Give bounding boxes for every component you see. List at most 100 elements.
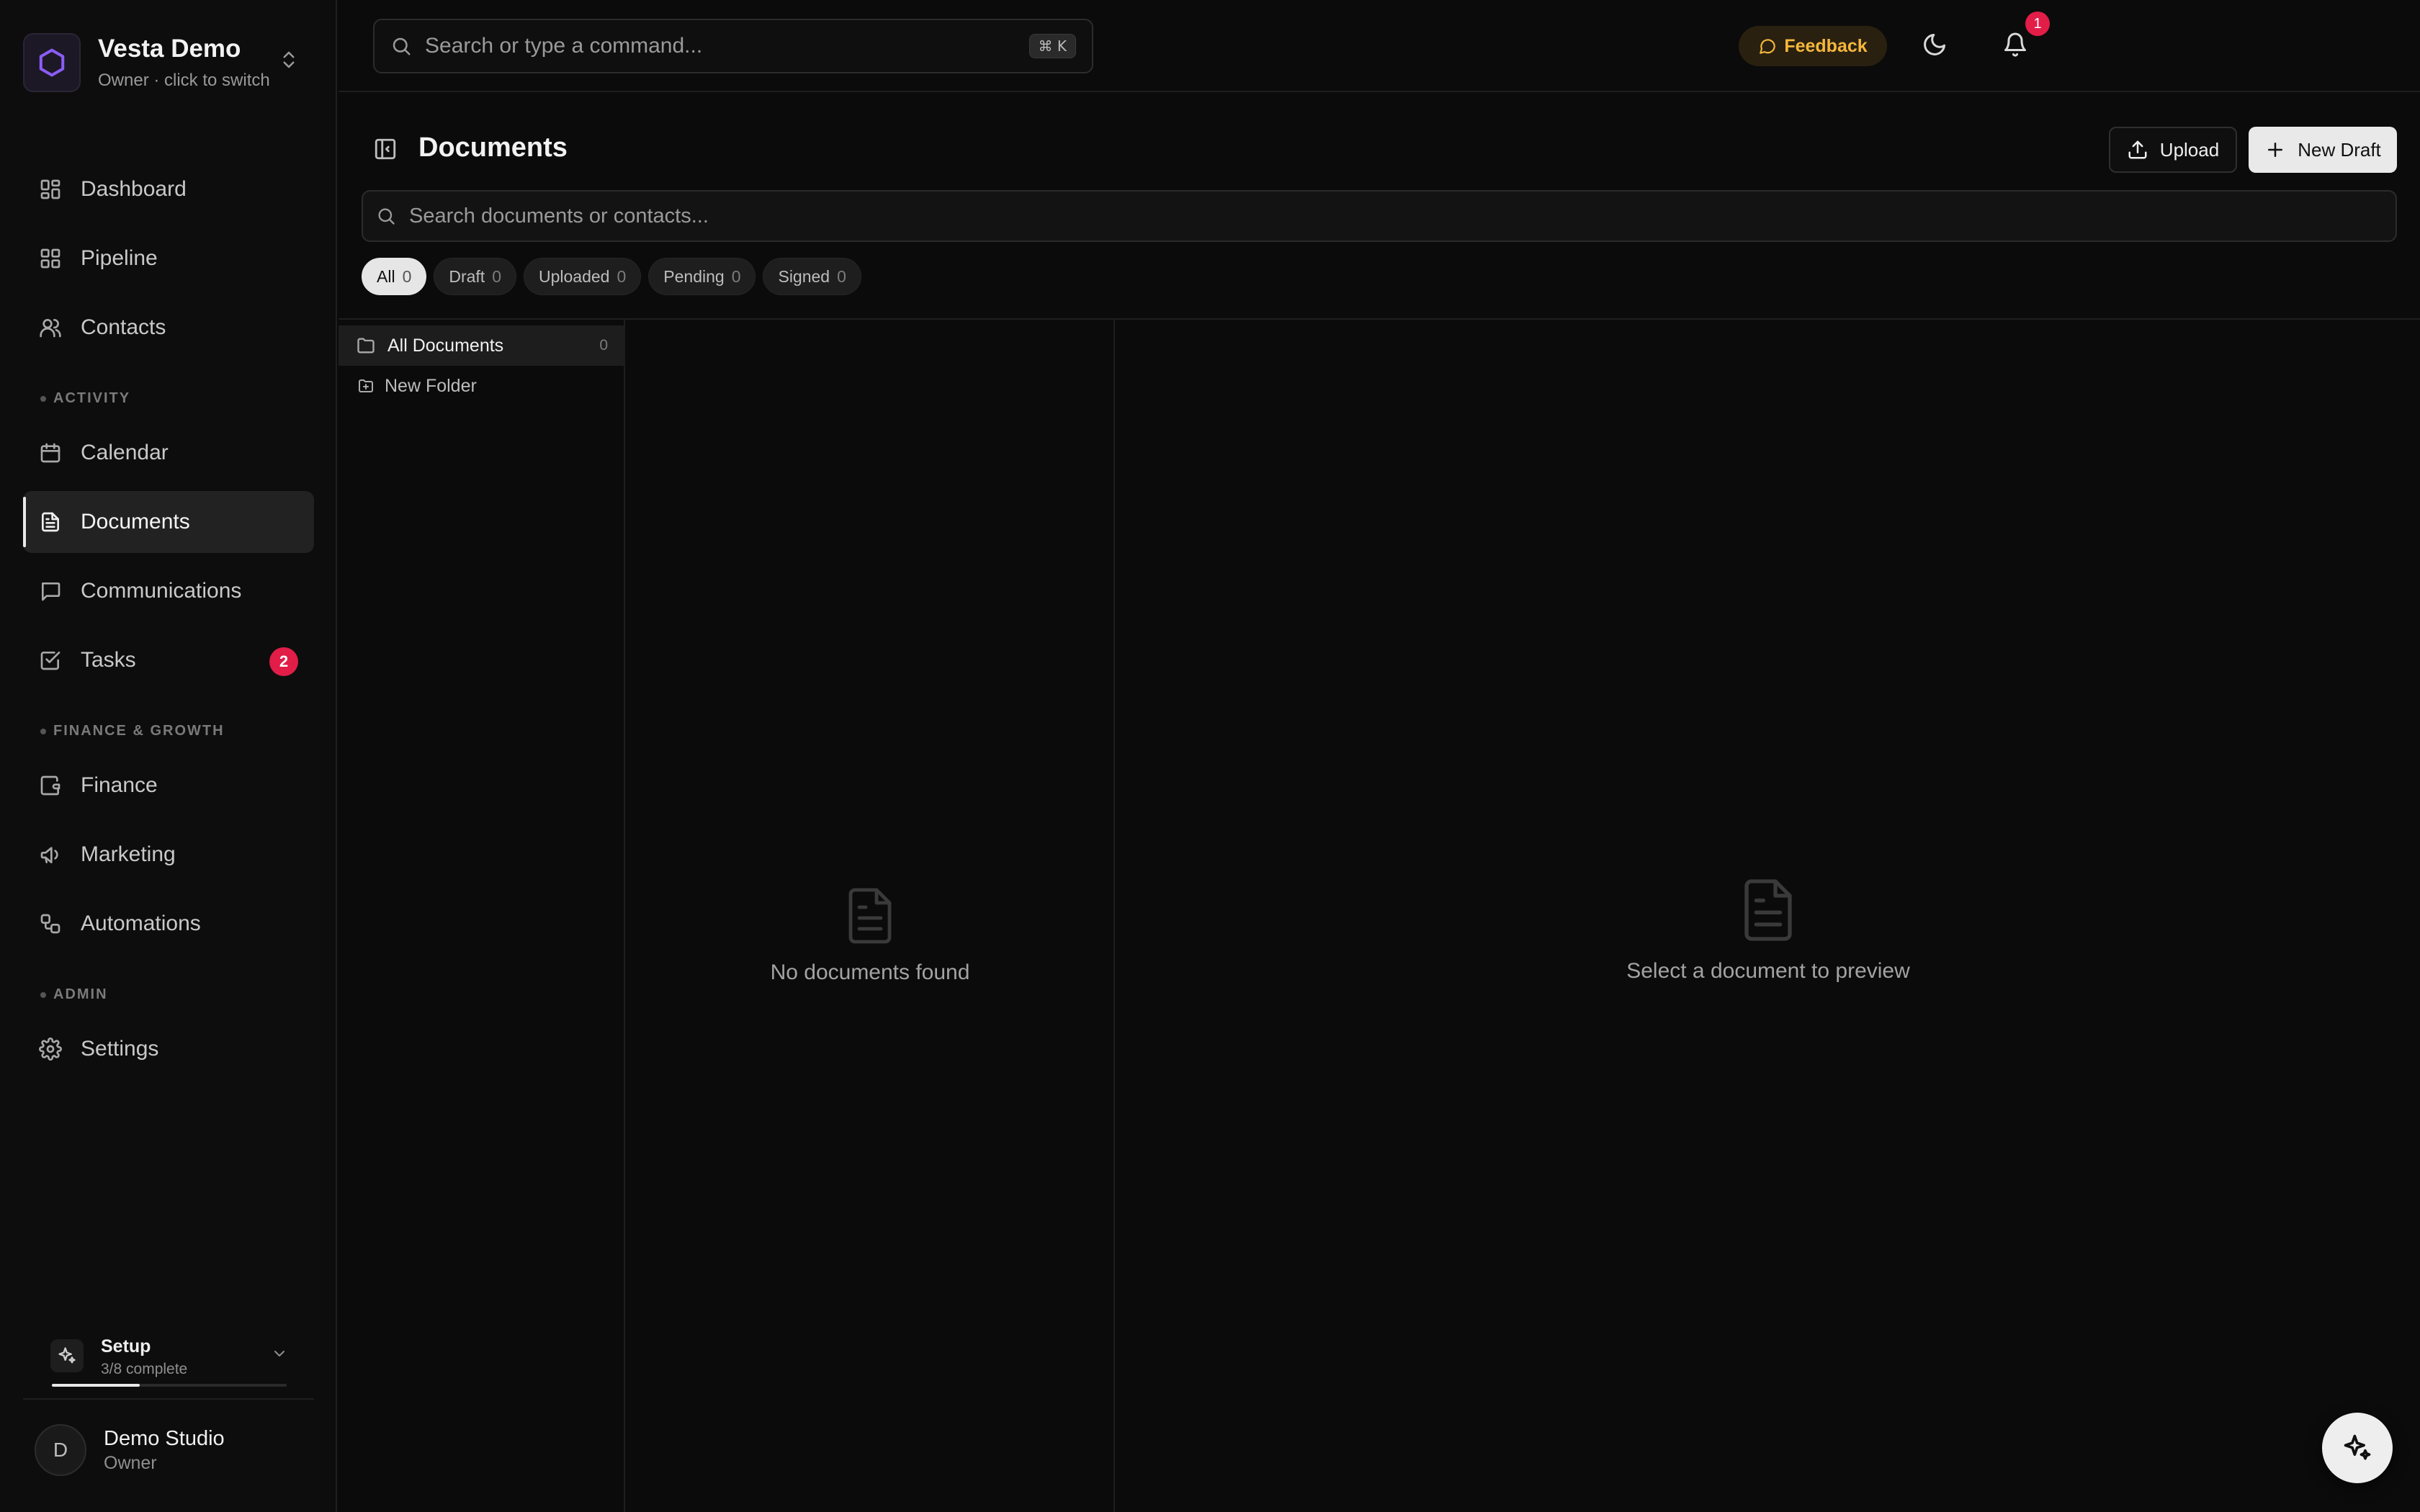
sidebar-item-documents[interactable]: Documents	[23, 491, 314, 553]
megaphone-icon	[39, 843, 62, 866]
folder-count: 0	[599, 337, 608, 354]
bell-icon[interactable]	[2002, 32, 2028, 58]
empty-state: No documents found	[625, 886, 1115, 985]
upload-label: Upload	[2159, 138, 2220, 161]
chevron-down-icon	[271, 1345, 288, 1362]
filter-label: Pending	[663, 266, 725, 286]
filter-count: 0	[731, 266, 741, 286]
sidebar-item-label: Dashboard	[81, 177, 187, 201]
upload-button[interactable]: Upload	[2109, 127, 2237, 173]
folder-label: New Folder	[385, 375, 477, 396]
sidebar-item-communications[interactable]: Communications	[23, 560, 314, 622]
user-menu[interactable]: D Demo Studio Owner	[23, 1398, 314, 1499]
sidebar-item-label: Communications	[81, 579, 242, 603]
checkbox-icon	[39, 649, 62, 672]
gear-icon	[39, 1038, 62, 1061]
preview-empty-text: Select a document to preview	[1626, 959, 1910, 983]
panel-left-icon[interactable]	[373, 137, 398, 161]
filter-draft[interactable]: Draft 0	[434, 258, 516, 295]
document-search-placeholder: Search documents or contacts...	[409, 204, 709, 228]
upload-icon	[2127, 139, 2148, 161]
keyboard-shortcut: ⌘ K	[1028, 34, 1076, 58]
setup-progress-card[interactable]: Setup 3/8 complete	[50, 1333, 288, 1391]
sparkles-icon	[50, 1339, 84, 1372]
moon-icon[interactable]	[1922, 32, 1948, 58]
section-label-activity: ACTIVITY	[40, 390, 130, 407]
filter-label: Uploaded	[539, 266, 610, 286]
section-label-admin: ADMIN	[40, 986, 108, 1003]
calendar-icon	[39, 441, 62, 464]
sidebar-item-label: Settings	[81, 1037, 159, 1061]
sidebar-item-label: Automations	[81, 912, 201, 935]
sidebar-item-pipeline[interactable]: Pipeline	[23, 228, 314, 289]
dashboard-icon	[39, 178, 62, 201]
pipeline-icon	[39, 247, 62, 270]
search-icon	[376, 206, 396, 226]
sidebar-item-label: Contacts	[81, 315, 166, 339]
sidebar-item-label: Pipeline	[81, 246, 158, 270]
feedback-label: Feedback	[1784, 35, 1868, 56]
sidebar-item-tasks[interactable]: Tasks 2	[23, 629, 314, 691]
filter-signed[interactable]: Signed 0	[763, 258, 861, 295]
status-filter-tabs: All 0 Draft 0 Uploaded 0 Pending 0 Signe…	[362, 258, 861, 295]
setup-progress-bar	[52, 1384, 287, 1387]
sidebar-item-label: Documents	[81, 510, 190, 534]
document-list: No documents found	[625, 320, 1115, 1512]
sidebar-item-label: Calendar	[81, 441, 169, 464]
sidebar-item-settings[interactable]: Settings	[23, 1018, 314, 1080]
user-name: Demo Studio	[104, 1427, 225, 1450]
new-draft-label: New Draft	[2298, 138, 2381, 161]
document-search-input[interactable]: Search documents or contacts...	[362, 190, 2397, 242]
workspace-logo-icon	[23, 33, 81, 92]
filter-count: 0	[837, 266, 846, 286]
filter-label: Draft	[449, 266, 485, 286]
sidebar-item-finance[interactable]: Finance	[23, 755, 314, 816]
filter-all[interactable]: All 0	[362, 258, 427, 295]
search-icon	[390, 35, 412, 57]
sidebar-item-label: Finance	[81, 773, 158, 797]
document-icon	[39, 510, 62, 534]
sidebar: Vesta Demo Owner · click to switch Dashb…	[0, 0, 337, 1512]
sidebar-item-automations[interactable]: Automations	[23, 893, 314, 955]
sidebar-item-contacts[interactable]: Contacts	[23, 297, 314, 359]
filter-label: All	[377, 266, 395, 286]
filter-count: 0	[492, 266, 501, 286]
folder-plus-icon	[357, 377, 375, 395]
workspace-name: Vesta Demo	[98, 35, 241, 63]
message-icon	[39, 580, 62, 603]
plus-icon	[2264, 139, 2286, 161]
workspace-switcher[interactable]: Vesta Demo Owner · click to switch	[23, 33, 311, 92]
filter-count: 0	[617, 266, 627, 286]
filter-uploaded[interactable]: Uploaded 0	[524, 258, 642, 295]
setup-progress-fill	[52, 1384, 140, 1387]
workspace-subtitle: Owner · click to switch	[98, 71, 270, 90]
sidebar-item-calendar[interactable]: Calendar	[23, 422, 314, 484]
new-draft-button[interactable]: New Draft	[2249, 127, 2397, 173]
folder-all-documents[interactable]: All Documents 0	[339, 325, 625, 366]
document-preview: Select a document to preview	[1116, 320, 2420, 1512]
preview-empty-state: Select a document to preview	[1116, 876, 2420, 984]
section-label-finance-growth: FINANCE & GROWTH	[40, 723, 225, 739]
feedback-button[interactable]: Feedback	[1739, 26, 1887, 66]
filter-label: Signed	[778, 266, 830, 286]
folder-icon	[356, 336, 376, 356]
message-circle-icon	[1758, 37, 1777, 55]
folder-label: All Documents	[387, 335, 504, 356]
sidebar-item-dashboard[interactable]: Dashboard	[23, 158, 314, 220]
command-search-input[interactable]: Search or type a command... ⌘ K	[373, 19, 1093, 73]
wallet-icon	[39, 774, 62, 797]
workflow-icon	[39, 912, 62, 935]
top-bar: Search or type a command... ⌘ K	[339, 0, 2420, 92]
sidebar-item-marketing[interactable]: Marketing	[23, 824, 314, 886]
users-icon	[39, 316, 62, 339]
notification-badge: 1	[2025, 12, 2050, 36]
empty-state-text: No documents found	[770, 960, 970, 984]
command-search-placeholder: Search or type a command...	[425, 34, 703, 58]
filter-pending[interactable]: Pending 0	[648, 258, 756, 295]
ai-assistant-button[interactable]	[2322, 1413, 2393, 1483]
sidebar-item-label: Tasks	[81, 648, 136, 672]
folder-panel: All Documents 0 New Folder	[339, 320, 625, 1512]
file-text-icon	[844, 886, 896, 946]
setup-progress-text: 3/8 complete	[101, 1361, 188, 1377]
folder-new-folder[interactable]: New Folder	[339, 366, 625, 406]
